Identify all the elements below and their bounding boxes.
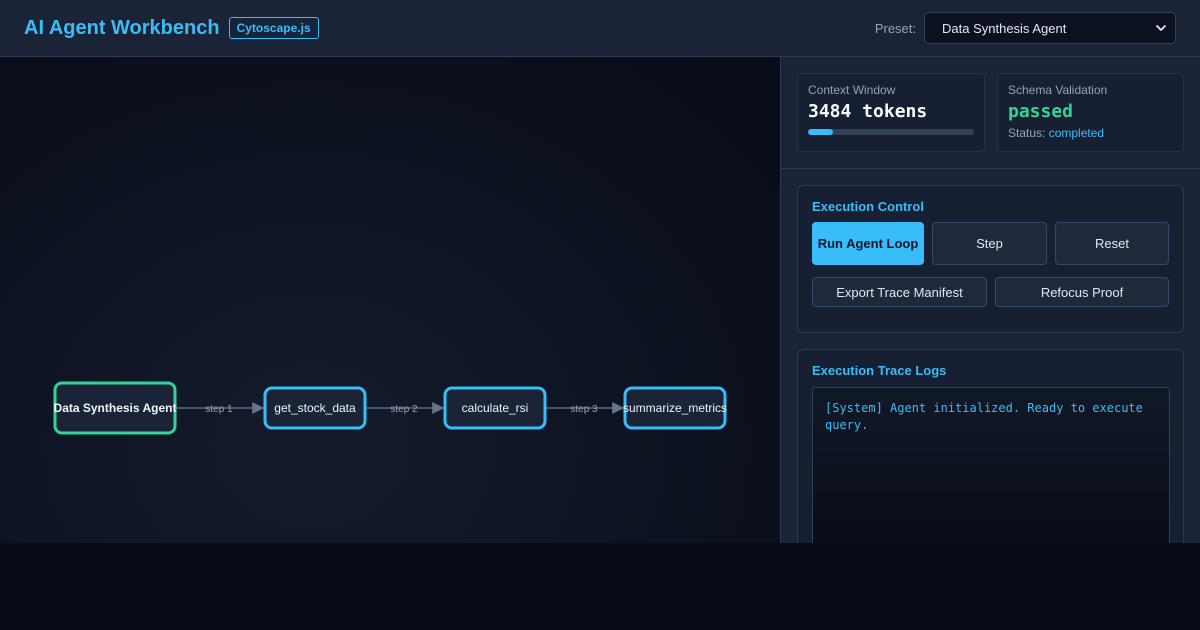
schema-validation-result: passed <box>1008 101 1074 122</box>
refocus-proof-button[interactable]: Refocus Proof <box>995 277 1169 307</box>
preset-label: Preset: <box>874 20 916 36</box>
execution-trace-logs-section: Execution Trace Logs [System] Agent init… <box>797 349 1184 543</box>
app-header: AI Agent Workbench Cytoscape.js Preset: … <box>0 0 1200 57</box>
graph-node-label: get_stock_data <box>274 401 356 415</box>
graph-node-label: Data Synthesis Agent <box>54 401 177 415</box>
step-button[interactable]: Step <box>932 222 1047 265</box>
graph-canvas[interactable]: step 1 step 2 step 3 Data Synthesis Agent ge… <box>0 57 780 543</box>
graph-edge-label: step 3 <box>570 404 598 415</box>
preset-selected-value: Data Synthesis Agent <box>942 20 1067 36</box>
context-usage-bar <box>808 129 974 135</box>
trace-log-output[interactable]: [System] Agent initialized. Ready to exe… <box>812 387 1170 543</box>
app-title: AI Agent Workbench <box>24 16 220 39</box>
chevron-down-icon <box>1156 25 1166 31</box>
preset-select[interactable]: Data Synthesis Agent <box>924 12 1176 44</box>
graph-node-summarize-metrics[interactable]: summarize_metrics <box>623 386 727 430</box>
graph-node-label: calculate_rsi <box>462 401 529 415</box>
graph-node-calculate-rsi[interactable]: calculate_rsi <box>443 386 547 430</box>
execution-control-title: Execution Control <box>812 199 924 214</box>
schema-status-value: completed <box>1048 126 1105 140</box>
reset-button[interactable]: Reset <box>1055 222 1169 265</box>
workflow-graph[interactable]: step 1 step 2 step 3 Data Synthesis Agent ge… <box>0 57 780 543</box>
context-token-count: 3484 tokens <box>808 101 928 122</box>
schema-validation-label: Schema Validation <box>1008 83 1108 97</box>
graph-node-label: summarize_metrics <box>623 401 727 415</box>
execution-control-section: Execution Control Run Agent Loop Step Re… <box>797 185 1184 333</box>
context-window-card: Context Window 3484 tokens <box>797 73 985 152</box>
library-badge: Cytoscape.js <box>228 17 319 39</box>
stats-row: Context Window 3484 tokens Schema Valida… <box>781 57 1200 169</box>
graph-edge-label: step 1 <box>205 404 233 415</box>
graph-node-get-stock-data[interactable]: get_stock_data <box>263 386 367 430</box>
context-usage-fill <box>808 129 833 135</box>
context-window-label: Context Window <box>808 83 896 97</box>
page-footer-area <box>0 543 1200 630</box>
schema-validation-card: Schema Validation passed Status: complet… <box>997 73 1184 152</box>
run-agent-loop-button[interactable]: Run Agent Loop <box>812 222 924 265</box>
graph-edge-label: step 2 <box>390 404 418 415</box>
preset-control: Preset: Data Synthesis Agent <box>875 12 1176 44</box>
export-trace-manifest-button[interactable]: Export Trace Manifest <box>812 277 987 307</box>
side-panel: Context Window 3484 tokens Schema Valida… <box>780 57 1200 543</box>
graph-node-agent[interactable]: Data Synthesis Agent <box>53 381 177 435</box>
execution-trace-logs-title: Execution Trace Logs <box>812 363 947 378</box>
schema-status: Status: completed <box>1008 126 1173 140</box>
log-line: [System] Agent initialized. Ready to exe… <box>825 401 1143 432</box>
schema-status-label: Status: <box>1008 126 1046 140</box>
